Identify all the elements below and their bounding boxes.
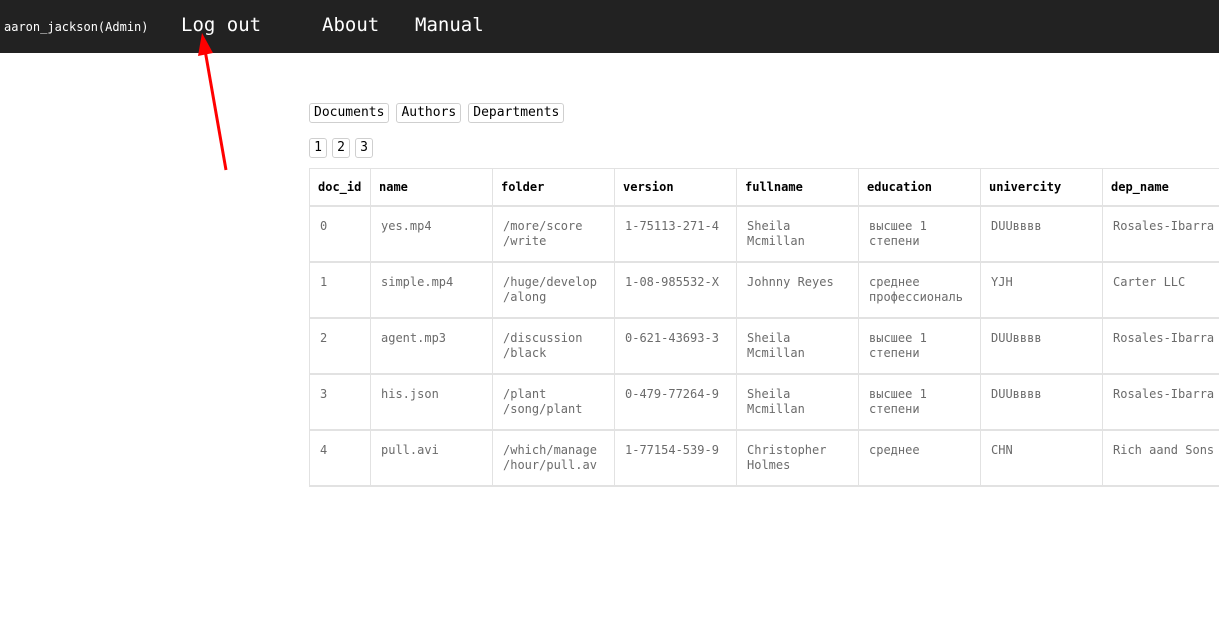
cell-univercity: DUUвввв <box>980 317 1103 375</box>
section-tabs: Documents Authors Departments <box>309 103 565 123</box>
cell-dep-name: Rosales-Ibarra <box>1102 317 1219 375</box>
cell-univercity: DUUвввв <box>980 205 1103 263</box>
cell-doc-id: 0 <box>309 205 371 263</box>
cell-folder: /discussion /black <box>492 317 615 375</box>
table-row: 3 his.json /plant /song/plant 0-479-7726… <box>309 373 1219 431</box>
about-link[interactable]: About <box>322 14 379 36</box>
column-header-education: education <box>858 168 981 207</box>
tab-documents[interactable]: Documents <box>309 103 390 123</box>
cell-name: his.json <box>370 373 493 431</box>
page-button-2[interactable]: 2 <box>332 138 350 158</box>
cell-doc-id: 3 <box>309 373 371 431</box>
cell-education: среднее профессиональ <box>858 261 981 319</box>
cell-folder: /huge/develop /along <box>492 261 615 319</box>
table-header-row: doc_id name folder version fullname educ… <box>309 168 1219 207</box>
cell-fullname: Sheila Mcmillan <box>736 205 859 263</box>
column-header-name: name <box>370 168 493 207</box>
table-row: 0 yes.mp4 /more/score /write 1-75113-271… <box>309 205 1219 263</box>
cell-folder: /more/score /write <box>492 205 615 263</box>
cell-version: 0-479-77264-9 <box>614 373 737 431</box>
table-row: 4 pull.avi /which/manage /hour/pull.av 1… <box>309 429 1219 487</box>
cell-univercity: YJH <box>980 261 1103 319</box>
cell-fullname: Christopher Holmes <box>736 429 859 487</box>
cell-name: simple.mp4 <box>370 261 493 319</box>
column-header-fullname: fullname <box>736 168 859 207</box>
cell-education: высшее 1 степени <box>858 373 981 431</box>
page-button-1[interactable]: 1 <box>309 138 327 158</box>
documents-table: doc_id name folder version fullname educ… <box>309 168 1219 487</box>
annotation-arrow-icon <box>198 33 228 171</box>
column-header-folder: folder <box>492 168 615 207</box>
top-navbar: aaron_jackson(Admin) Log out About Manua… <box>0 0 1219 53</box>
manual-link[interactable]: Manual <box>415 14 484 36</box>
documents-table-container: doc_id name folder version fullname educ… <box>309 168 1219 487</box>
cell-version: 1-08-985532-X <box>614 261 737 319</box>
cell-version: 1-77154-539-9 <box>614 429 737 487</box>
cell-fullname: Sheila Mcmillan <box>736 317 859 375</box>
tab-departments[interactable]: Departments <box>468 103 565 123</box>
column-header-univercity: univercity <box>980 168 1103 207</box>
cell-name: pull.avi <box>370 429 493 487</box>
column-header-dep-name: dep_name <box>1102 168 1219 207</box>
page-button-3[interactable]: 3 <box>355 138 373 158</box>
table-row: 2 agent.mp3 /discussion /black 0-621-436… <box>309 317 1219 375</box>
cell-fullname: Sheila Mcmillan <box>736 373 859 431</box>
cell-education: среднее <box>858 429 981 487</box>
tab-authors[interactable]: Authors <box>396 103 462 123</box>
pagination: 1 2 3 <box>309 138 373 158</box>
table-row: 1 simple.mp4 /huge/develop /along 1-08-9… <box>309 261 1219 319</box>
current-user-label: aaron_jackson(Admin) <box>4 20 149 34</box>
cell-name: agent.mp3 <box>370 317 493 375</box>
cell-univercity: CHN <box>980 429 1103 487</box>
cell-doc-id: 4 <box>309 429 371 487</box>
cell-dep-name: Rich aand Sons <box>1102 429 1219 487</box>
cell-folder: /which/manage /hour/pull.av <box>492 429 615 487</box>
cell-folder: /plant /song/plant <box>492 373 615 431</box>
column-header-doc-id: doc_id <box>309 168 371 207</box>
cell-version: 0-621-43693-3 <box>614 317 737 375</box>
column-header-version: version <box>614 168 737 207</box>
cell-doc-id: 2 <box>309 317 371 375</box>
cell-univercity: DUUвввв <box>980 373 1103 431</box>
cell-dep-name: Rosales-Ibarra <box>1102 205 1219 263</box>
cell-dep-name: Carter LLC <box>1102 261 1219 319</box>
cell-fullname: Johnny Reyes <box>736 261 859 319</box>
cell-version: 1-75113-271-4 <box>614 205 737 263</box>
cell-doc-id: 1 <box>309 261 371 319</box>
cell-dep-name: Rosales-Ibarra <box>1102 373 1219 431</box>
cell-name: yes.mp4 <box>370 205 493 263</box>
cell-education: высшее 1 степени <box>858 205 981 263</box>
cell-education: высшее 1 степени <box>858 317 981 375</box>
